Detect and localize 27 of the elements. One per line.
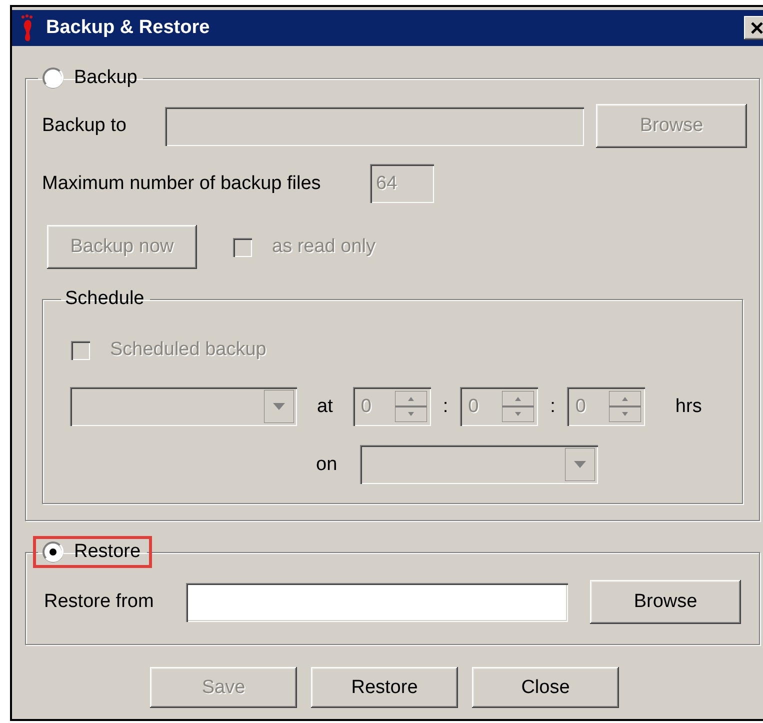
field-label: Restore from (44, 591, 155, 613)
caret-icon (565, 448, 595, 481)
caret-icon (264, 390, 294, 423)
field-label: Backup to (42, 115, 128, 137)
radio-label: Restore (74, 541, 141, 563)
time-separator: : (442, 396, 448, 418)
at-label: at (317, 396, 333, 418)
hrs-label: hrs (675, 396, 702, 418)
time-separator: : (550, 396, 556, 418)
spin-arrows-icon (394, 391, 427, 422)
radio-label: Backup (74, 67, 138, 89)
spin-arrows-icon (609, 391, 642, 422)
checkbox-label: as read only (272, 236, 376, 258)
radio-button[interactable] (42, 67, 64, 89)
checkbox-label: Scheduled backup (110, 339, 266, 361)
window-title: Backup & Restore (46, 17, 211, 39)
close-icon (750, 21, 763, 35)
browse-button[interactable]: Browse (590, 580, 741, 624)
group-title: Schedule (65, 288, 144, 310)
on-label: on (316, 454, 338, 476)
field-label: Maximum number of backup files (42, 172, 322, 194)
spin-arrows-icon (502, 391, 534, 422)
close-button[interactable] (744, 16, 763, 40)
dialog-button[interactable]: Close (472, 667, 619, 708)
radio-button[interactable] (42, 541, 64, 563)
path-field[interactable] (186, 582, 568, 622)
dialog-button[interactable]: Restore (311, 667, 458, 708)
